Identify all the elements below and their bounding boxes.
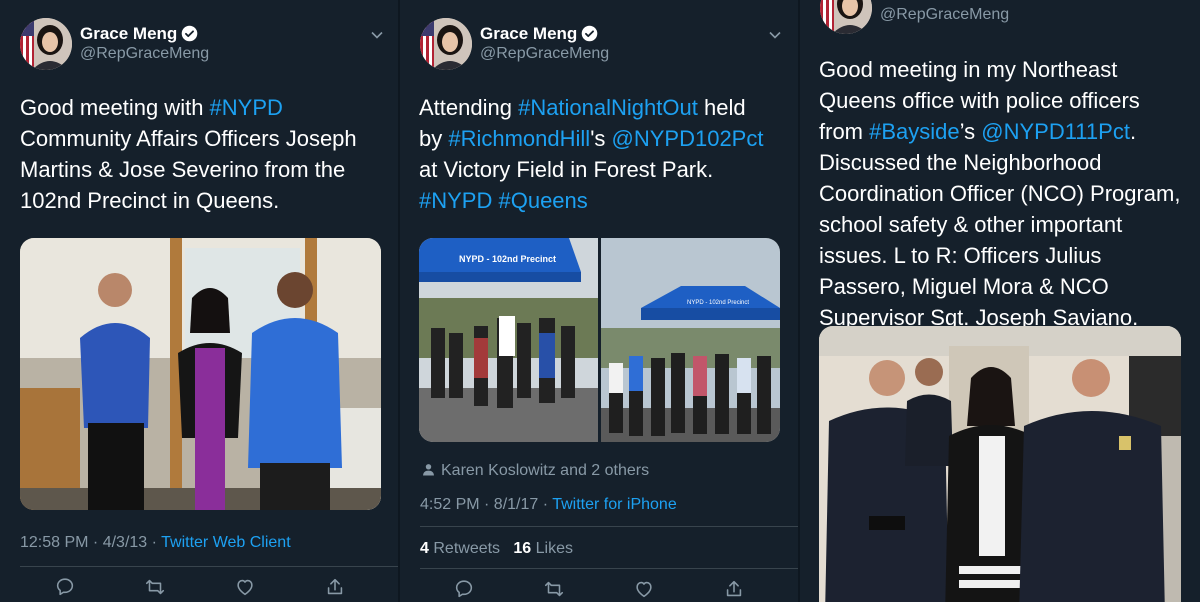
user-handle[interactable]: @RepGraceMeng (80, 45, 209, 63)
separator (420, 568, 798, 569)
tweet-text-segment: Good meeting with (20, 95, 210, 120)
display-name[interactable]: Grace Meng (480, 24, 598, 44)
tweet-timestamp: 12:58 PM · 4/3/13 · Twitter Web Client (20, 534, 291, 551)
client-link[interactable]: Twitter Web Client (161, 534, 291, 551)
tweet-text: Good meeting in my Northeast Queens offi… (819, 54, 1189, 333)
tweet-card-2: Grace Meng @RepGraceMeng Attending #Nati… (400, 0, 798, 602)
hashtag-link[interactable]: #Bayside (869, 119, 960, 144)
retweet-count[interactable]: 4 Retweets (420, 540, 500, 557)
tent-banner-small: NYPD - 102nd Precinct (687, 300, 749, 306)
reply-icon[interactable] (453, 578, 475, 600)
user-handle[interactable]: @RepGraceMeng (480, 45, 609, 63)
hashtag-link[interactable]: @NYPD111Pct (981, 119, 1130, 144)
avatar[interactable] (820, 0, 872, 34)
tweet-timestamp: 4:52 PM · 8/1/17 · Twitter for iPhone (420, 496, 677, 513)
retweet-icon[interactable] (543, 578, 565, 600)
hashtag-link[interactable]: #NYPD (419, 188, 492, 213)
tweet-text: Good meeting with #NYPD Community Affair… (20, 92, 365, 216)
tweet-text-segment: ’s (959, 119, 982, 144)
share-icon[interactable] (723, 578, 745, 600)
like-count[interactable]: 16 Likes (513, 540, 573, 557)
tweet-text: Attending #NationalNightOut held by #Ric… (419, 92, 769, 216)
liked-by[interactable]: Karen Koslowitz and 2 others (422, 462, 649, 480)
hashtag-link[interactable]: #NYPD (210, 95, 283, 120)
avatar[interactable] (20, 18, 72, 70)
display-name[interactable]: Grace Meng (80, 24, 198, 44)
like-icon[interactable] (234, 576, 256, 598)
tweet-text-segment: Attending (419, 95, 519, 120)
share-icon[interactable] (324, 576, 346, 598)
hashtag-link[interactable]: #NationalNightOut (518, 95, 698, 120)
tweet-text-segment: at Victory Field in Forest Park. (419, 157, 714, 182)
hashtag-link[interactable]: @NYPD102Pct (612, 126, 764, 151)
tweet-text-segment: Community Affairs Officers Joseph Martin… (20, 126, 357, 213)
verified-icon (182, 25, 198, 42)
tweet-card-1: Grace Meng @RepGraceMeng Good meeting wi… (0, 0, 398, 602)
tweet-text-segment: . Discussed the Neighborhood Coordinatio… (819, 119, 1181, 330)
caret-down-icon[interactable] (370, 28, 384, 42)
like-icon[interactable] (633, 578, 655, 600)
user-handle[interactable]: @RepGraceMeng (880, 6, 1009, 24)
reply-icon[interactable] (54, 576, 76, 598)
client-link[interactable]: Twitter for iPhone (552, 496, 677, 513)
hashtag-link[interactable]: #RichmondHill (448, 126, 590, 151)
separator (420, 526, 798, 527)
tweet-text-segment: 's (590, 126, 612, 151)
verified-icon (582, 25, 598, 42)
tweet-photo[interactable] (819, 326, 1181, 602)
separator (20, 566, 398, 567)
person-icon (423, 464, 434, 476)
caret-down-icon[interactable] (768, 28, 782, 42)
hashtag-link[interactable]: #Queens (498, 188, 587, 213)
avatar[interactable] (420, 18, 472, 70)
tweet-photo[interactable]: NYPD - 102nd Precinct NYPD - 102nd Preci… (419, 238, 780, 442)
tent-banner: NYPD - 102nd Precinct (459, 254, 556, 264)
tweet-stats: 4 Retweets 16 Likes (420, 540, 573, 558)
retweet-icon[interactable] (144, 576, 166, 598)
tweet-card-3: @RepGraceMeng Good meeting in my Northea… (800, 0, 1200, 602)
tweet-photo[interactable] (20, 238, 381, 510)
